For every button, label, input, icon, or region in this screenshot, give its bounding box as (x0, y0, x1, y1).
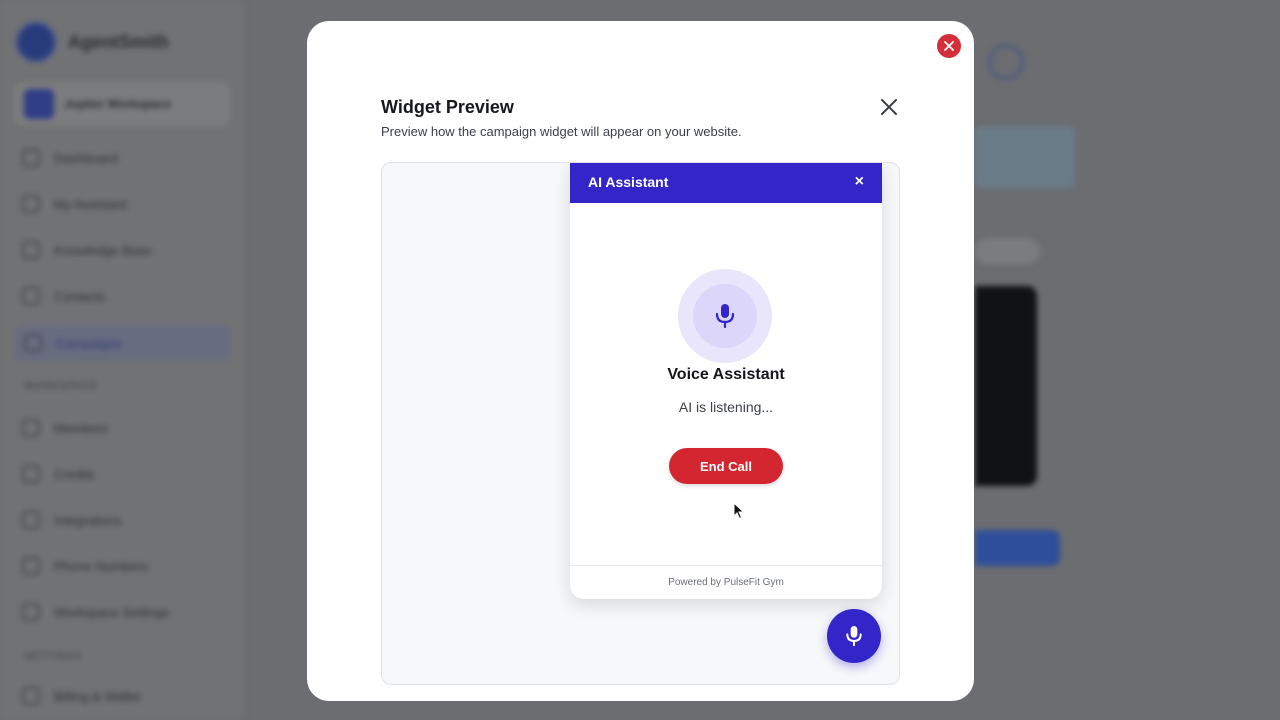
workspace-switcher: Jupiter Workspace (14, 82, 230, 126)
widget-footer: Powered by PulseFit Gym (570, 565, 882, 599)
bg-nav-item: Phone Numbers (22, 557, 148, 575)
bg-nav-item: Members (22, 419, 108, 437)
modal-title: Widget Preview (381, 97, 514, 117)
microphone-icon (846, 626, 862, 647)
bg-nav-item: Workspace Settings (22, 603, 169, 621)
bg-section-label: WORKSPACE (24, 381, 99, 392)
close-icon[interactable] (877, 95, 901, 119)
background-sidebar: AgentSmith Jupiter Workspace Dashboard M… (0, 0, 246, 720)
mic-indicator (678, 269, 772, 363)
bg-nav-item: Credits (22, 465, 95, 483)
assistant-title: Voice Assistant (667, 366, 785, 383)
widget-title: AI Assistant (588, 174, 669, 190)
bg-card (975, 126, 1075, 188)
bg-nav-item: Integrations (22, 511, 122, 529)
bg-nav-item: Contacts (22, 287, 105, 305)
dismiss-close-icon[interactable] (937, 34, 961, 58)
end-call-button[interactable]: End Call (669, 448, 783, 484)
widget-preview-modal: Widget Preview Preview how the campaign … (307, 21, 974, 701)
app-logo: AgentSmith (16, 22, 169, 62)
chat-widget: AI Assistant × Voice Assistant AI is lis… (570, 163, 882, 599)
bg-button (975, 530, 1060, 566)
bg-phone-preview (975, 286, 1037, 486)
bg-nav-item: Knowledge Base (22, 241, 152, 259)
assistant-status: AI is listening... (678, 399, 774, 415)
bg-nav-item: Billing & Wallet (22, 687, 140, 705)
modal-subtitle: Preview how the campaign widget will app… (381, 124, 742, 139)
bg-step-indicator (988, 44, 1024, 80)
microphone-icon (715, 304, 735, 329)
widget-close-icon[interactable]: × (855, 174, 864, 190)
bg-nav-item-active: Campaigns (14, 325, 230, 361)
bg-nav-item: My Assistant (22, 195, 127, 213)
bg-section-label: SETTINGS (24, 651, 83, 662)
bg-nav-item: Dashboard (22, 149, 118, 167)
cursor-icon (733, 502, 745, 520)
widget-launcher-button[interactable] (827, 609, 881, 663)
widget-header: AI Assistant × (570, 163, 882, 203)
bg-pill (975, 238, 1040, 264)
preview-canvas: AI Assistant × Voice Assistant AI is lis… (381, 162, 900, 685)
